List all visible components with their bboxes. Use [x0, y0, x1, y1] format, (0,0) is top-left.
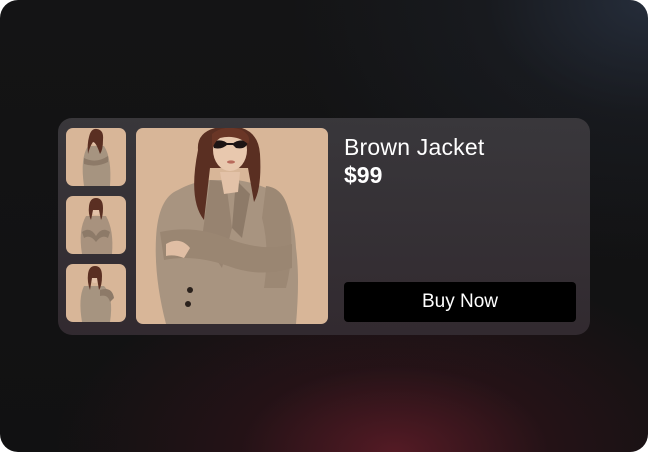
thumbnail-2-image	[66, 196, 126, 254]
model-photo	[136, 128, 328, 324]
product-card: Brown Jacket $99 Buy Now	[58, 118, 590, 335]
thumbnail-1-image	[66, 128, 126, 186]
product-price: $99	[344, 162, 383, 188]
thumbnail-3-image	[66, 264, 126, 322]
thumbnail-2[interactable]	[66, 196, 126, 254]
thumbnail-1[interactable]	[66, 128, 126, 186]
buy-now-button[interactable]: Buy Now	[344, 282, 576, 322]
thumbnail-3[interactable]	[66, 264, 126, 322]
app-frame: Brown Jacket $99 Buy Now	[0, 0, 648, 452]
product-title: Brown Jacket	[344, 134, 485, 160]
main-product-image	[136, 128, 328, 324]
